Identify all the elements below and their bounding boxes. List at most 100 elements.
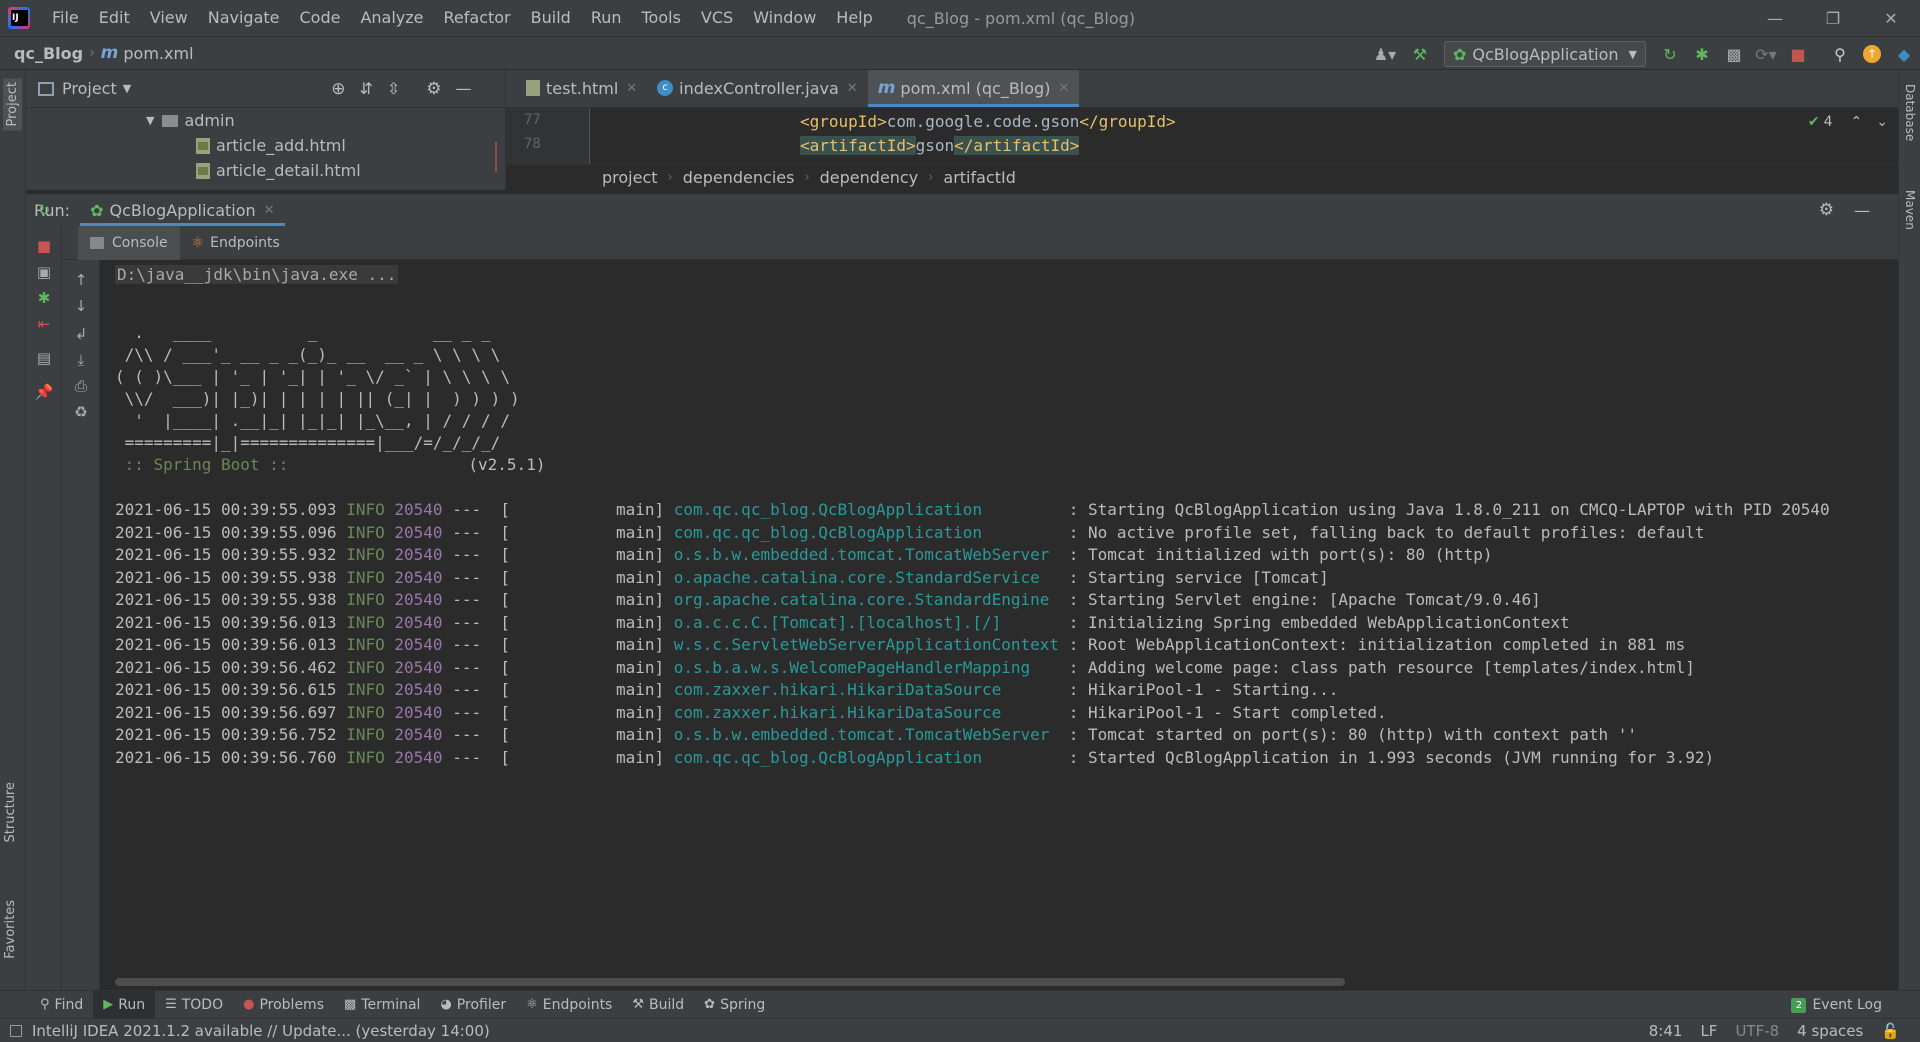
tree-item-article-detail[interactable]: article_detail.html bbox=[26, 158, 505, 183]
close-icon[interactable]: ✕ bbox=[264, 203, 275, 218]
tool-tab-build[interactable]: ⚒ Build bbox=[622, 991, 694, 1019]
rerun-icon[interactable]: ↻ bbox=[1656, 40, 1684, 68]
tool-tab-spring[interactable]: ✿ Spring bbox=[694, 991, 775, 1019]
close-icon[interactable]: ✕ bbox=[847, 81, 858, 96]
coverage-icon[interactable]: ▩ bbox=[1720, 40, 1748, 68]
restore-icon[interactable]: ❐ bbox=[1804, 0, 1862, 36]
scroll-to-end-icon[interactable]: ⤓ bbox=[69, 348, 93, 372]
camera-icon[interactable]: ▣ bbox=[32, 260, 56, 284]
hide-panel-icon[interactable]: — bbox=[456, 79, 472, 98]
build-hammer-icon[interactable]: ⚒ bbox=[1406, 40, 1434, 68]
chevron-down-icon[interactable]: ▼ bbox=[146, 114, 154, 127]
rerun-icon[interactable]: ↻ bbox=[32, 198, 56, 222]
tool-tab-problems[interactable]: ● Problems bbox=[233, 991, 334, 1019]
file-encoding[interactable]: UTF-8 bbox=[1735, 1022, 1779, 1040]
log-timestamp: 2021-06-15 00:39:55.938 bbox=[115, 590, 337, 609]
menu-file[interactable]: File bbox=[42, 0, 89, 36]
menu-refactor[interactable]: Refactor bbox=[434, 0, 521, 36]
search-icon[interactable]: ⚲ bbox=[1826, 40, 1854, 68]
debug-icon[interactable]: ✱ bbox=[32, 286, 56, 310]
structure-tool-tab[interactable]: Structure bbox=[3, 782, 18, 842]
editor-tab-pom-xml[interactable]: m pom.xml (qc_Blog) ✕ bbox=[867, 70, 1080, 107]
menu-tools[interactable]: Tools bbox=[632, 0, 691, 36]
layout-icon[interactable]: ▤ bbox=[32, 346, 56, 370]
line-separator[interactable]: LF bbox=[1700, 1022, 1717, 1040]
exit-icon[interactable]: ⇤ bbox=[32, 312, 56, 336]
stop-icon[interactable]: ■ bbox=[32, 234, 56, 258]
menu-view[interactable]: View bbox=[140, 0, 198, 36]
chevron-up-icon[interactable]: ⌃ bbox=[1851, 114, 1863, 130]
minimize-icon[interactable]: — bbox=[1746, 0, 1804, 36]
tool-tab-terminal[interactable]: ▩ Terminal bbox=[334, 991, 430, 1019]
user-icon[interactable]: ♟▾ bbox=[1368, 40, 1402, 68]
stop-icon[interactable]: ■ bbox=[1784, 40, 1812, 68]
inspection-widget[interactable]: ✔ 4 ⌃ ⌄ bbox=[1808, 114, 1888, 130]
breadcrumb-item[interactable]: dependencies bbox=[683, 168, 795, 187]
gear-icon[interactable]: ⚙ bbox=[1819, 200, 1834, 220]
maven-icon: m bbox=[100, 43, 119, 63]
menu-help[interactable]: Help bbox=[826, 0, 882, 36]
breadcrumb-item[interactable]: artifactId bbox=[943, 168, 1015, 187]
breadcrumb-item[interactable]: dependency bbox=[820, 168, 919, 187]
console-output[interactable]: D:\java__jdk\bin\java.exe ... . ____ _ _… bbox=[100, 260, 1898, 990]
close-window-icon[interactable]: ✕ bbox=[1862, 0, 1920, 36]
expand-all-icon[interactable]: ⇵ bbox=[359, 79, 372, 98]
menu-navigate[interactable]: Navigate bbox=[198, 0, 290, 36]
chevron-down-icon[interactable]: ▼ bbox=[123, 82, 131, 95]
tree-item-admin[interactable]: ▼ admin bbox=[26, 108, 505, 133]
soft-wrap-icon[interactable]: ↲ bbox=[69, 322, 93, 346]
menu-edit[interactable]: Edit bbox=[89, 0, 140, 36]
database-tool-tab[interactable]: Database bbox=[1903, 84, 1917, 141]
print-icon[interactable]: ⎙ bbox=[69, 374, 93, 398]
tool-tab-endpoints[interactable]: ⚛ Endpoints bbox=[516, 991, 622, 1019]
jetbrains-toolbox-icon[interactable]: ◆ bbox=[1890, 40, 1918, 68]
favorites-tool-tab[interactable]: Favorites bbox=[3, 900, 18, 959]
menu-code[interactable]: Code bbox=[290, 0, 351, 36]
tool-tab-profiler[interactable]: ◕ Profiler bbox=[430, 991, 516, 1019]
close-icon[interactable]: ✕ bbox=[626, 81, 637, 96]
tool-tab-run[interactable]: ▶ Run bbox=[93, 990, 156, 1019]
status-toggle-icon[interactable] bbox=[10, 1024, 22, 1037]
gear-icon[interactable]: ⚙ bbox=[426, 79, 441, 99]
tree-item-article-add[interactable]: article_add.html bbox=[26, 133, 505, 158]
close-icon[interactable]: ✕ bbox=[1058, 81, 1069, 96]
code-area[interactable]: <groupId>com.google.code.gson</groupId> … bbox=[590, 108, 1898, 164]
maven-tool-tab[interactable]: Maven bbox=[1903, 190, 1917, 230]
profile-icon[interactable]: ⟳▾ bbox=[1752, 40, 1780, 68]
editor-tab-index-controller[interactable]: c indexController.java ✕ bbox=[647, 70, 868, 107]
menu-build[interactable]: Build bbox=[521, 0, 581, 36]
menu-run[interactable]: Run bbox=[581, 0, 632, 36]
trash-icon[interactable]: ♻ bbox=[69, 400, 93, 424]
event-log-button[interactable]: 2 Event Log bbox=[1791, 991, 1882, 1019]
tool-tab-todo[interactable]: ☰ TODO bbox=[155, 991, 233, 1019]
hide-panel-icon[interactable]: — bbox=[1854, 201, 1870, 220]
menu-window[interactable]: Window bbox=[743, 0, 826, 36]
update-icon[interactable]: ↑ bbox=[1858, 40, 1886, 68]
editor-tab-test-html[interactable]: test.html ✕ bbox=[516, 70, 647, 107]
project-tool-tab[interactable]: Project bbox=[3, 78, 22, 131]
run-tab-qcblog[interactable]: ✿ QcBlogApplication ✕ bbox=[80, 194, 286, 226]
banner-line: =========|_|==============|___/=/_/_/_/ bbox=[115, 433, 501, 452]
console-tab[interactable]: Console bbox=[78, 225, 180, 260]
project-panel-title[interactable]: Project bbox=[62, 79, 117, 98]
collapse-all-icon[interactable]: ⇳ bbox=[387, 79, 400, 98]
endpoints-tab[interactable]: ⚛ Endpoints bbox=[180, 226, 292, 260]
caret-position[interactable]: 8:41 bbox=[1649, 1022, 1683, 1040]
menu-analyze[interactable]: Analyze bbox=[350, 0, 433, 36]
chevron-down-icon[interactable]: ⌄ bbox=[1876, 114, 1888, 130]
menu-vcs[interactable]: VCS bbox=[691, 0, 743, 36]
run-config-select[interactable]: ✿ QcBlogApplication ▼ bbox=[1443, 41, 1646, 67]
arrow-down-icon[interactable]: ↓ bbox=[69, 294, 93, 318]
horizontal-scrollbar[interactable] bbox=[115, 978, 1345, 986]
tool-tab-find[interactable]: ⚲ Find bbox=[30, 991, 93, 1019]
pin-icon[interactable]: 📌 bbox=[32, 380, 56, 404]
breadcrumb-item[interactable]: project bbox=[602, 168, 658, 187]
indent-setting[interactable]: 4 spaces bbox=[1797, 1022, 1863, 1040]
status-message[interactable]: IntelliJ IDEA 2021.1.2 available // Upda… bbox=[32, 1022, 490, 1040]
lock-icon[interactable]: 🔓 bbox=[1881, 1022, 1900, 1040]
nav-file[interactable]: pom.xml bbox=[123, 44, 193, 63]
arrow-up-icon[interactable]: ↑ bbox=[69, 268, 93, 292]
debug-icon[interactable]: ✱ bbox=[1688, 40, 1716, 68]
nav-project[interactable]: qc_Blog bbox=[14, 44, 83, 63]
locate-icon[interactable]: ⊕ bbox=[331, 79, 345, 99]
